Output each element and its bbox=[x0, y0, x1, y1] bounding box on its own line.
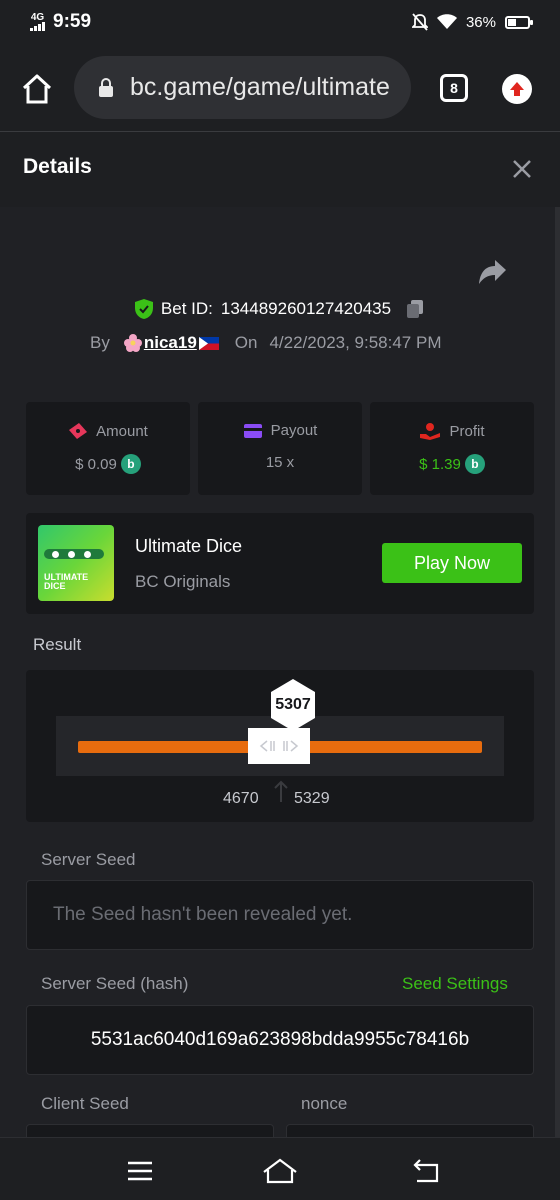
profit-label: Profit bbox=[449, 422, 485, 440]
seed-settings-link[interactable]: Seed Settings bbox=[402, 974, 508, 994]
amount-value: $ 0.09 bbox=[75, 455, 117, 473]
payout-value: 15 x bbox=[265, 454, 295, 471]
home-nav-icon[interactable] bbox=[262, 1156, 298, 1186]
bet-id-value: 134489260127420435 bbox=[220, 299, 392, 318]
profit-card: Profit $ 1.39 b bbox=[370, 402, 534, 495]
slider-grip-icon bbox=[259, 740, 299, 752]
profit-icon bbox=[420, 423, 441, 440]
coin-icon: b bbox=[120, 454, 141, 474]
flag-icon bbox=[198, 336, 219, 350]
network-type: 4G bbox=[30, 12, 45, 23]
bet-meta-row: By nica19 On 4/22/2023, 9:58:47 PM bbox=[90, 333, 442, 353]
username-link[interactable]: nica19 bbox=[123, 333, 219, 353]
server-seed-hash-field[interactable]: 5531ac6040d169a623898bdda9955c78416b bbox=[26, 1005, 534, 1075]
lock-icon bbox=[99, 77, 113, 97]
scrollbar[interactable] bbox=[555, 207, 560, 1137]
game-card: ULTIMATE DICE Ultimate Dice BC Originals… bbox=[26, 513, 534, 614]
share-icon[interactable] bbox=[478, 259, 508, 285]
nonce-label: nonce bbox=[301, 1094, 348, 1113]
mute-icon bbox=[411, 13, 428, 31]
username: nica19 bbox=[143, 333, 197, 352]
details-header: Details bbox=[0, 132, 560, 207]
back-icon[interactable] bbox=[412, 1156, 442, 1186]
payout-icon bbox=[243, 423, 262, 438]
server-seed-label: Server Seed bbox=[41, 850, 136, 869]
server-seed-field[interactable]: The Seed hasn't been revealed yet. bbox=[26, 880, 534, 950]
payout-label: Payout bbox=[270, 422, 318, 439]
battery-icon bbox=[505, 15, 533, 29]
on-label: On bbox=[234, 333, 258, 352]
range-arrow-icon bbox=[274, 780, 288, 802]
result-label: Result bbox=[33, 635, 82, 654]
copy-icon[interactable] bbox=[405, 299, 425, 319]
battery-percent: 36% bbox=[465, 13, 496, 31]
bet-datetime: 4/22/2023, 9:58:47 PM bbox=[269, 333, 442, 352]
details-content: Bet ID: 134489260127420435 By nica19 On … bbox=[0, 207, 560, 1144]
bet-id-row: Bet ID: 134489260127420435 bbox=[0, 299, 560, 319]
result-value: 5307 bbox=[275, 696, 311, 713]
hash-value: 5531ac6040d169a623898bdda9955c78416b bbox=[90, 1029, 470, 1050]
url-text: bc.game/game/ultimate bbox=[130, 73, 390, 101]
amount-label: Amount bbox=[96, 422, 148, 440]
url-bar[interactable]: bc.game/game/ultimate bbox=[74, 56, 411, 119]
status-time: 9:59 bbox=[53, 11, 92, 32]
game-thumbnail[interactable]: ULTIMATE DICE bbox=[38, 525, 114, 601]
close-icon[interactable] bbox=[510, 157, 534, 181]
update-icon[interactable] bbox=[502, 74, 532, 104]
hash-label: Server Seed (hash) bbox=[41, 974, 189, 993]
signal-icon: 4G bbox=[30, 13, 45, 31]
thumb-title-2: DICE bbox=[44, 581, 66, 591]
amount-icon bbox=[69, 423, 88, 439]
system-nav-bar bbox=[0, 1137, 560, 1200]
client-seed-label: Client Seed bbox=[41, 1094, 129, 1113]
bet-id-label: Bet ID: bbox=[160, 299, 213, 318]
flower-icon bbox=[123, 334, 142, 352]
by-label: By bbox=[90, 333, 110, 352]
server-seed-value: The Seed hasn't been revealed yet. bbox=[53, 904, 353, 925]
game-provider: BC Originals bbox=[135, 572, 231, 591]
details-title: Details bbox=[23, 155, 92, 178]
range-high: 5329 bbox=[294, 790, 330, 807]
payout-card: Payout 15 x bbox=[198, 402, 362, 495]
shield-check-icon bbox=[134, 299, 153, 319]
result-panel: 5307 4670 5329 bbox=[26, 670, 534, 822]
slider-handle bbox=[248, 728, 310, 764]
play-now-button[interactable]: Play Now bbox=[382, 543, 522, 583]
amount-card: Amount $ 0.09 b bbox=[26, 402, 190, 495]
status-bar: 4G 9:59 36% bbox=[0, 0, 560, 44]
range-low: 4670 bbox=[223, 790, 259, 807]
browser-toolbar: bc.game/game/ultimate 8 bbox=[0, 44, 560, 132]
profit-value: $ 1.39 bbox=[419, 455, 461, 473]
home-icon[interactable] bbox=[20, 72, 54, 106]
wifi-icon bbox=[436, 14, 457, 29]
coin-icon: b bbox=[464, 454, 485, 474]
menu-icon[interactable] bbox=[125, 1156, 155, 1186]
game-title: Ultimate Dice bbox=[135, 536, 243, 556]
tabs-count-button[interactable]: 8 bbox=[440, 74, 468, 102]
